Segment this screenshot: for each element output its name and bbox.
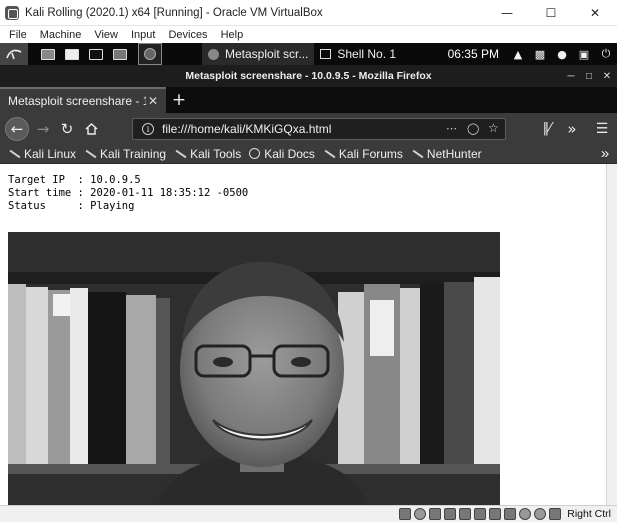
- target-ip-line: Target IP : 10.0.9.5: [8, 174, 141, 186]
- bookmark-kali-training[interactable]: Kali Training: [84, 147, 166, 161]
- page-info-icon[interactable]: i: [142, 123, 154, 135]
- bookmark-nethunter[interactable]: NetHunter: [411, 147, 482, 161]
- optical-drive-icon[interactable]: [414, 508, 427, 520]
- page-vertical-scrollbar[interactable]: [606, 164, 617, 505]
- hard-disk-icon[interactable]: [399, 508, 412, 520]
- bookmark-star-icon[interactable]: ☆: [488, 121, 499, 135]
- pocket-icon[interactable]: ◯: [467, 122, 479, 135]
- bookmarks-overflow-icon[interactable]: »: [593, 145, 617, 162]
- bookmark-label: Kali Linux: [24, 146, 77, 161]
- audio-icon[interactable]: [429, 508, 442, 520]
- power-icon[interactable]: ⏻: [595, 43, 617, 65]
- minimize-icon[interactable]: —: [485, 0, 529, 26]
- bookmark-label: Kali Docs: [264, 146, 315, 161]
- shared-folders-icon[interactable]: [474, 508, 487, 520]
- page-actions-icon[interactable]: ⋯: [446, 122, 457, 135]
- network-icon[interactable]: ▩: [529, 43, 551, 65]
- panel-clock[interactable]: 06:35 PM: [448, 47, 499, 61]
- video-capture-icon[interactable]: [504, 508, 517, 520]
- page-content: Target IP : 10.0.9.5 Start time : 2020-01…: [0, 164, 617, 505]
- browser-launcher-icon[interactable]: [138, 43, 162, 65]
- display-icon[interactable]: [489, 508, 502, 520]
- navigation-toolbar: ← → ↻ i file:///home/kali/KMKiGQxa.html …: [0, 113, 617, 144]
- virtualbox-menubar: File Machine View Input Devices Help: [0, 26, 617, 43]
- address-url: file:///home/kali/KMKiGQxa.html: [162, 122, 332, 136]
- overflow-chevron-icon[interactable]: »: [563, 113, 581, 144]
- files-launcher-icon[interactable]: [108, 43, 132, 65]
- home-icon[interactable]: [82, 113, 100, 144]
- kali-top-panel: Metasploit scr... Shell No. 1 06:35 PM ▲…: [0, 43, 617, 65]
- bookmark-kali-forums[interactable]: Kali Forums: [323, 147, 403, 161]
- menu-machine[interactable]: Machine: [40, 29, 82, 41]
- terminal-launcher-icon[interactable]: [84, 43, 108, 65]
- bookmark-kali-tools[interactable]: Kali Tools: [174, 147, 241, 161]
- lock-icon[interactable]: ▣: [573, 43, 595, 65]
- mouse-integration-icon[interactable]: [534, 508, 547, 520]
- back-arrow-icon[interactable]: ←: [5, 117, 29, 141]
- status-line: Status : Playing: [8, 200, 135, 212]
- start-time-line: Start time : 2020-01-11 18:35:12 -0500: [8, 187, 249, 199]
- globe-icon: [249, 148, 261, 159]
- reload-icon[interactable]: ↻: [58, 113, 76, 144]
- tab-strip: Metasploit screenshare - 10. ✕ +: [0, 87, 617, 113]
- task-label: Shell No. 1: [337, 47, 397, 61]
- task-label: Metasploit scr...: [225, 47, 309, 61]
- kali-dragon-icon: [84, 149, 96, 159]
- network-adapter-icon[interactable]: [444, 508, 457, 520]
- kali-menu-icon[interactable]: [0, 43, 28, 65]
- workspace-2-icon[interactable]: [60, 43, 84, 65]
- bookshelf-left: [8, 284, 170, 464]
- window-title: Kali Rolling (2020.1) x64 [Running] - Or…: [25, 6, 323, 19]
- session-info: Target IP : 10.0.9.5 Start time : 2020-01…: [8, 174, 248, 213]
- virtualbox-app-icon: [5, 5, 19, 20]
- bookmark-label: NetHunter: [426, 146, 482, 161]
- taskbar-shell-window[interactable]: Shell No. 1: [314, 43, 402, 65]
- webcam-stream-image: [8, 232, 500, 505]
- host-key-label: Right Ctrl: [567, 508, 611, 520]
- hamburger-menu-icon[interactable]: ☰: [593, 113, 611, 144]
- firefox-icon: [208, 48, 219, 60]
- bookmarks-toolbar: Kali Linux Kali Training Kali Tools Kali…: [0, 144, 617, 164]
- new-tab-icon[interactable]: +: [166, 87, 192, 113]
- bookmark-kali-linux[interactable]: Kali Linux: [8, 147, 76, 161]
- firefox-maximize-icon[interactable]: □: [580, 65, 598, 87]
- address-bar[interactable]: i file:///home/kali/KMKiGQxa.html ⋯ ◯ ☆: [132, 118, 506, 140]
- keyboard-capture-icon[interactable]: [549, 508, 562, 520]
- firefox-window-title: Metasploit screenshare - 10.0.9.5 - Mozi…: [185, 70, 432, 82]
- maximize-icon[interactable]: ☐: [529, 0, 573, 26]
- menu-input[interactable]: Input: [131, 29, 155, 41]
- menu-help[interactable]: Help: [221, 29, 244, 41]
- volume-icon[interactable]: ●: [551, 43, 573, 65]
- library-icon[interactable]: ‖⁄: [538, 113, 556, 144]
- tab-metasploit-screenshare[interactable]: Metasploit screenshare - 10. ✕: [0, 87, 166, 113]
- kali-dragon-icon: [411, 149, 423, 159]
- kali-dragon-icon: [323, 149, 335, 159]
- bookmark-label: Kali Tools: [190, 146, 242, 161]
- tab-label: Metasploit screenshare - 10.: [8, 94, 146, 108]
- terminal-icon: [320, 49, 332, 59]
- virtualbox-titlebar: Kali Rolling (2020.1) x64 [Running] - Or…: [0, 0, 617, 26]
- kali-dragon-icon: [174, 149, 186, 159]
- tab-close-icon[interactable]: ✕: [148, 94, 158, 108]
- menu-file[interactable]: File: [9, 29, 27, 41]
- taskbar-metasploit-window[interactable]: Metasploit scr...: [202, 43, 315, 65]
- usb-icon[interactable]: [459, 508, 472, 520]
- virtualbox-statusbar: Right Ctrl: [0, 505, 617, 522]
- bookmark-label: Kali Training: [100, 146, 167, 161]
- firefox-minimize-icon[interactable]: ─: [562, 65, 580, 87]
- kali-dragon-icon: [8, 149, 20, 159]
- firefox-close-icon[interactable]: ✕: [598, 65, 616, 87]
- bookshelf-right: [338, 277, 500, 464]
- forward-arrow-icon[interactable]: →: [34, 113, 52, 144]
- workspace-1-icon[interactable]: [36, 43, 60, 65]
- bookmark-label: Kali Forums: [338, 146, 403, 161]
- close-icon[interactable]: ✕: [573, 0, 617, 26]
- firefox-titlebar: Metasploit screenshare - 10.0.9.5 - Mozi…: [0, 65, 617, 87]
- menu-view[interactable]: View: [94, 29, 118, 41]
- notifications-icon[interactable]: ▲: [507, 43, 529, 65]
- menu-devices[interactable]: Devices: [168, 29, 207, 41]
- bookmark-kali-docs[interactable]: Kali Docs: [249, 147, 315, 161]
- cpu-activity-icon[interactable]: [519, 508, 532, 520]
